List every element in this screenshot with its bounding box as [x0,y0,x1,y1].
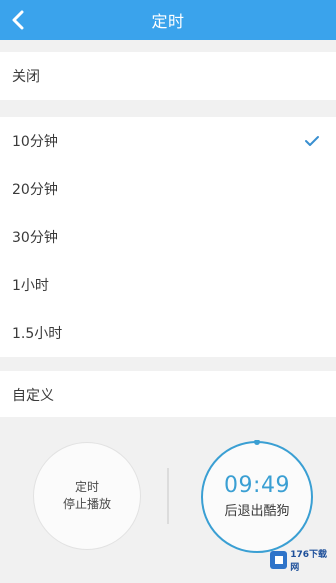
countdown-label: 后退出酷狗 [224,504,290,519]
countdown-time: 09:49 [224,473,290,498]
stop-timer-button[interactable]: 定时 停止播放 [33,442,141,550]
option-label: 自定义 [12,388,54,404]
stop-timer-line2: 停止播放 [62,497,111,511]
countdown-display: 09:49 后退出酷狗 [194,440,320,554]
option-1hour[interactable]: 1小时 [0,261,336,309]
watermark-text: 176下载网 [290,550,327,573]
chevron-left-icon [12,10,24,30]
option-30min[interactable]: 30分钟 [0,213,336,261]
option-off[interactable]: 关闭 [0,52,336,100]
option-label: 1小时 [12,278,49,294]
option-label: 10分钟 [12,134,58,150]
option-10min[interactable]: 10分钟 [0,117,336,165]
watermark-icon [270,551,288,569]
option-label: 1.5小时 [12,326,63,342]
option-1-5hour[interactable]: 1.5小时 [0,309,336,357]
option-label: 关闭 [12,69,40,85]
stop-timer-line1: 定时 [74,480,99,494]
divider [167,468,169,524]
option-20min[interactable]: 20分钟 [0,165,336,213]
back-button[interactable] [6,6,30,34]
checkmark-icon [305,136,319,146]
option-custom[interactable]: 自定义 [0,371,336,419]
top-bar: 定时 [0,0,336,40]
watermark-logo: 176下载网 [270,548,334,573]
option-label: 20分钟 [12,182,58,198]
option-label: 30分钟 [12,230,58,246]
page-title: 定时 [151,12,185,31]
